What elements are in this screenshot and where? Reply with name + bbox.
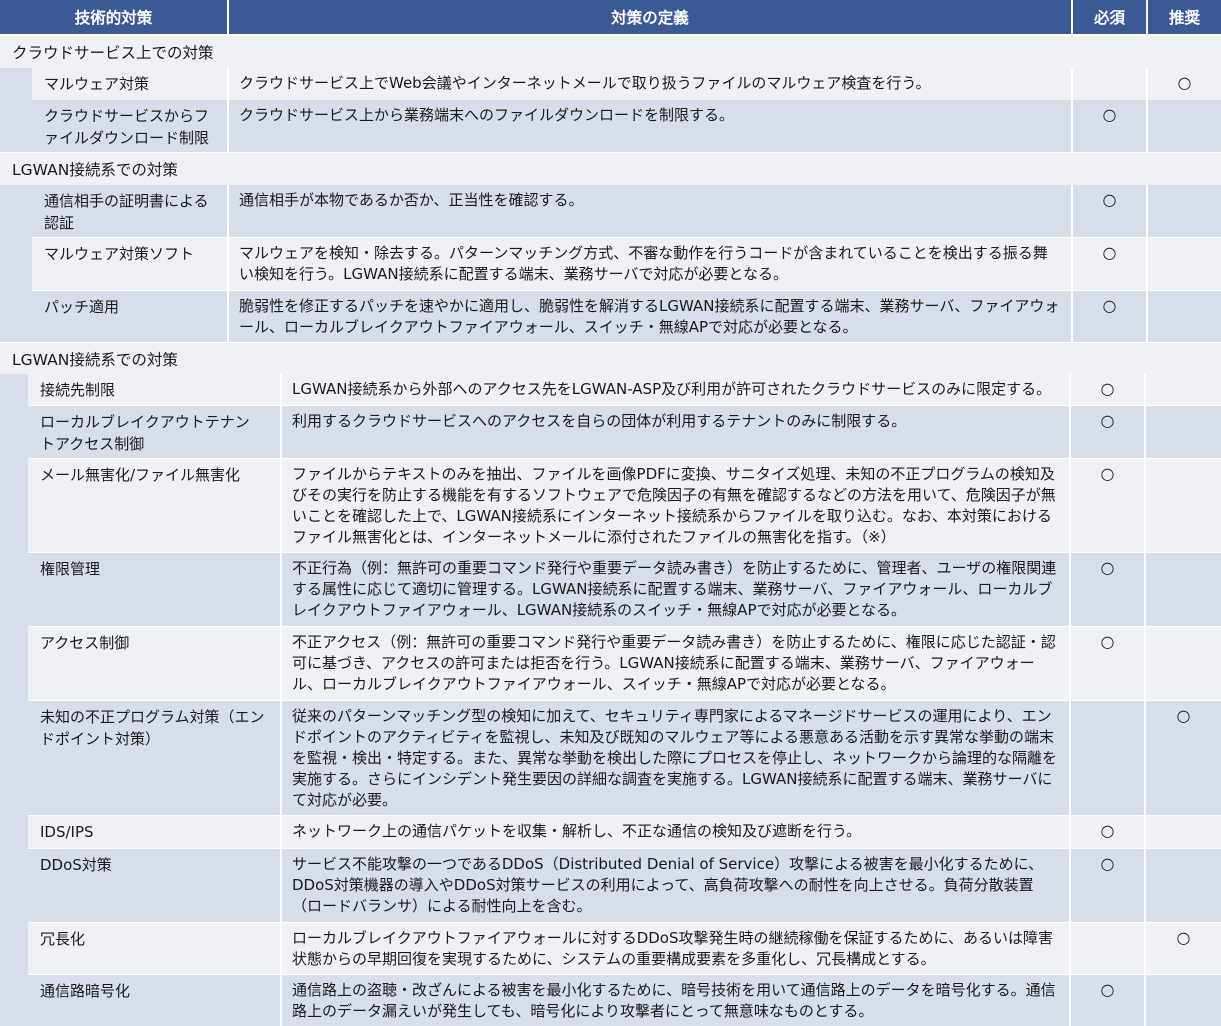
technique-name: 冗長化 — [40, 930, 86, 948]
recommended-mark — [1146, 553, 1221, 626]
technique-definition: 脆弱性を修正するパッチを速やかに適用し、脆弱性を解消するLGWAN接続系に配置す… — [239, 297, 1060, 336]
section-title: LGWAN接続系での対策 — [0, 153, 1221, 185]
technique-name: 権限管理 — [40, 560, 101, 578]
header-recommended: 推奨 — [1148, 0, 1221, 34]
recommended-mark: ○ — [1176, 928, 1191, 947]
header-technique: 技術的対策 — [0, 0, 227, 34]
technique-name: 接続先制限 — [40, 381, 116, 399]
technique-name: ローカルブレイクアウトテナントアクセス制御 — [40, 413, 250, 453]
required-mark: ○ — [1100, 632, 1115, 651]
recommended-mark — [1146, 459, 1221, 552]
required-mark: ○ — [1100, 980, 1115, 999]
technique-definition: マルウェアを検知・除去する。パターンマッチング方式、不審な動作を行うコードが含ま… — [239, 244, 1048, 283]
recommended-mark — [1146, 627, 1221, 700]
column-divider — [1071, 68, 1073, 153]
column-divider — [1146, 68, 1148, 153]
technique-name: マルウェア対策 — [44, 75, 150, 93]
required-mark: ○ — [1100, 821, 1115, 840]
required-mark: ○ — [1102, 105, 1117, 124]
technique-name: パッチ適用 — [44, 298, 120, 316]
technique-name: 未知の不正プログラム対策（エンドポイント対策） — [40, 708, 265, 748]
required-mark: ○ — [1100, 558, 1115, 577]
section-title: クラウドサービス上での対策 — [0, 36, 1221, 68]
technique-definition: ネットワーク上の通信パケットを収集・解析し、不正な通信の検知及び遮断を行う。 — [292, 822, 862, 840]
technique-definition: 利用するクラウドサービスへのアクセスを自らの団体が利用するテナントのみに制限する… — [292, 412, 907, 430]
recommended-mark — [1148, 185, 1221, 237]
technique-name: IDS/IPS — [40, 823, 94, 841]
recommended-mark: ○ — [1177, 73, 1192, 92]
technique-definition: 通信路上の盗聴・改ざんによる被害を最小化するために、暗号技術を用いて通信路上のデ… — [292, 981, 1056, 1020]
recommended-mark: ○ — [1176, 706, 1191, 725]
required-mark: ○ — [1100, 854, 1115, 873]
required-mark: ○ — [1102, 296, 1117, 315]
header-definition: 対策の定義 — [229, 0, 1071, 34]
section-title: LGWAN接続系での対策 — [0, 343, 1221, 374]
column-divider — [227, 185, 229, 342]
technique-name: アクセス制御 — [40, 634, 130, 652]
required-mark: ○ — [1100, 464, 1115, 483]
technique-definition: 不正行為（例：無許可の重要コマンド発行や重要データ読み書き）を防止するために、管… — [292, 559, 1057, 619]
required-mark — [1071, 923, 1144, 974]
column-divider — [1146, 185, 1148, 342]
technique-name: クラウドサービスからファイルダウンロード制限 — [44, 107, 210, 147]
technique-name: メール無害化/ファイル無害化 — [40, 466, 241, 484]
required-mark: ○ — [1100, 379, 1115, 398]
technique-name: 通信路暗号化 — [40, 982, 131, 1000]
technique-definition: LGWAN接続系から外部へのアクセス先をLGWAN-ASP及び利用が許可されたク… — [292, 380, 1052, 398]
technique-definition: サービス不能攻撃の一つであるDDoS（Distributed Denial of… — [292, 855, 1044, 915]
column-divider — [1071, 185, 1073, 342]
section-gutter — [0, 68, 32, 152]
recommended-mark — [1146, 816, 1221, 848]
required-mark — [1073, 68, 1146, 100]
required-mark — [1071, 701, 1144, 815]
recommended-mark — [1146, 374, 1221, 405]
technique-definition: クラウドサービス上から業務端末へのファイルダウンロードを制限する。 — [239, 106, 735, 124]
required-mark: ○ — [1100, 411, 1115, 430]
recommended-mark — [1146, 975, 1221, 1026]
required-mark: ○ — [1102, 243, 1117, 262]
technique-definition: 不正アクセス（例：無許可の重要コマンド発行や重要データ読み書き）を防止するために… — [292, 633, 1056, 693]
recommended-mark — [1146, 406, 1221, 458]
recommended-mark — [1148, 100, 1221, 152]
technique-name: 通信相手の証明書による認証 — [44, 192, 209, 232]
recommended-mark — [1148, 238, 1221, 290]
header-required: 必須 — [1073, 0, 1146, 34]
required-mark: ○ — [1102, 190, 1117, 209]
technique-definition: 通信相手が本物であるか否か、正当性を確認する。 — [239, 191, 584, 209]
column-divider — [1069, 374, 1071, 1026]
recommended-mark — [1148, 291, 1221, 342]
section-gutter — [0, 374, 28, 1026]
technique-definition: ファイルからテキストのみを抽出、ファイルを画像PDFに変換、サニタイズ処理、未知… — [292, 465, 1056, 546]
section-gutter — [0, 185, 32, 342]
technique-name: マルウェア対策ソフト — [44, 245, 195, 263]
column-divider — [227, 68, 229, 153]
column-divider — [1144, 374, 1146, 1026]
recommended-mark — [1146, 849, 1221, 922]
technique-definition: ローカルブレイクアウトファイアウォールに対するDDoS攻撃発生時の継続稼働を保証… — [292, 929, 1054, 968]
technique-definition: 従来のパターンマッチング型の検知に加えて、セキュリティ専門家によるマネージドサー… — [292, 707, 1058, 809]
column-divider — [280, 374, 282, 1026]
technique-definition: クラウドサービス上でWeb会議やインターネットメールで取り扱うファイルのマルウェ… — [239, 74, 931, 92]
technique-name: DDoS対策 — [40, 856, 112, 874]
